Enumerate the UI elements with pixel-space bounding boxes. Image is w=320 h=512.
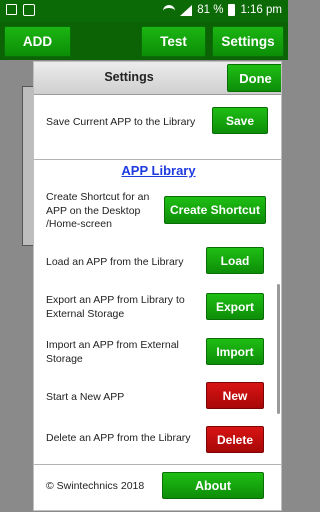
image-icon — [23, 4, 35, 16]
battery-percent: 81 % — [197, 4, 224, 16]
notification-icon — [6, 4, 17, 15]
import-button[interactable]: Import — [206, 338, 264, 365]
settings-dialog: Settings Done Save Current APP to the Li… — [33, 61, 282, 511]
test-button[interactable]: Test — [141, 26, 206, 57]
delete-button[interactable]: Delete — [206, 426, 264, 453]
load-button[interactable]: Load — [206, 247, 264, 274]
divider — [34, 464, 281, 465]
create-shortcut-button[interactable]: Create Shortcut — [164, 196, 266, 224]
delete-text: Delete an APP from the Library — [46, 432, 191, 444]
clock: 1:16 pm — [240, 4, 282, 16]
about-button[interactable]: About — [162, 472, 264, 499]
status-bar: 81 % 1:16 pm — [0, 0, 288, 22]
dialog-title: Settings — [104, 70, 154, 84]
export-button[interactable]: Export — [206, 293, 264, 320]
export-text: Export an APP from Library to External S… — [46, 294, 185, 320]
new-button[interactable]: New — [206, 382, 264, 409]
load-text: Load an APP from the Library — [46, 256, 184, 268]
divider — [34, 159, 281, 160]
signal-icon — [180, 4, 193, 16]
add-button[interactable]: ADD — [4, 26, 71, 57]
copyright: © Swintechnics 2018 — [46, 480, 145, 492]
toolbar: ADD Test Settings — [0, 22, 288, 60]
new-text: Start a New APP — [46, 391, 125, 403]
wifi-icon — [163, 5, 176, 15]
done-button[interactable]: Done — [227, 64, 281, 92]
save-button[interactable]: Save — [212, 107, 268, 134]
import-text: Import an APP from External Storage — [46, 339, 179, 365]
save-text: Save Current APP to the Library — [46, 116, 196, 128]
dialog-header: Settings Done — [34, 62, 281, 95]
battery-icon — [228, 4, 236, 16]
library-title: APP Library — [121, 163, 196, 178]
settings-button[interactable]: Settings — [212, 26, 284, 57]
shortcut-text: Create Shortcut for an APP on the Deskto… — [46, 191, 150, 230]
scrollbar[interactable] — [277, 284, 280, 414]
